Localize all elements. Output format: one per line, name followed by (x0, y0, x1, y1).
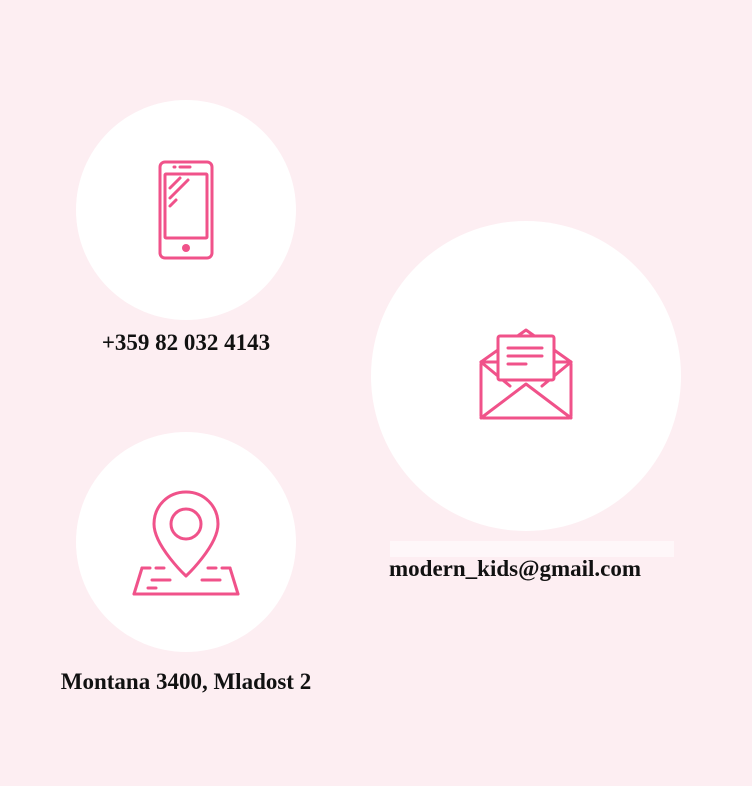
smartphone-icon (158, 160, 214, 260)
contact-section: +359 82 032 4143 modern_kids@gmail.com M… (0, 0, 752, 786)
divider (390, 541, 674, 557)
map-pin-icon (132, 490, 240, 596)
open-envelope-icon (479, 328, 573, 420)
phone-icon-circle (76, 100, 296, 320)
phone-number[interactable]: +359 82 032 4143 (46, 330, 326, 356)
email-address[interactable]: modern_kids@gmail.com (371, 556, 691, 582)
email-icon-circle (371, 221, 681, 531)
address[interactable]: Montana 3400, Mladost 2 (20, 669, 352, 695)
location-icon-circle (76, 432, 296, 652)
